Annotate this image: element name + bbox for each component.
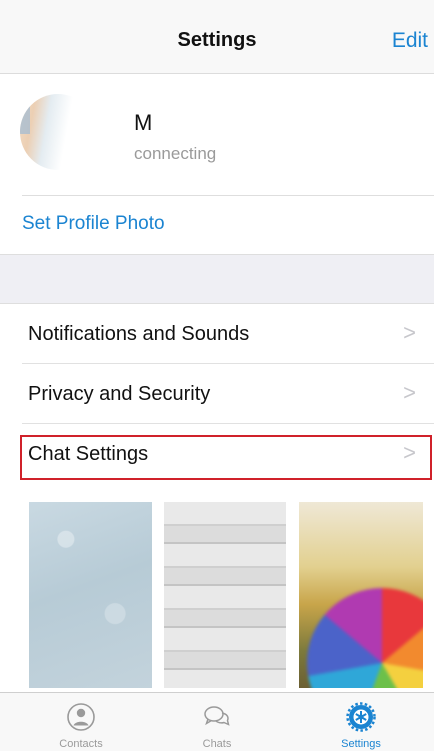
set-profile-photo-button[interactable]: Set Profile Photo — [22, 213, 165, 235]
connection-status: connecting — [134, 144, 217, 163]
settings-gear-icon — [346, 702, 376, 732]
tab-bar: Contacts Chats Settings — [0, 692, 434, 751]
page-title: Settings — [177, 29, 257, 51]
wallpaper-thumbnail-wood[interactable] — [164, 502, 286, 688]
profile-name: M — [134, 110, 153, 135]
tab-label: Contacts — [59, 738, 103, 750]
menu-item-privacy-and-security[interactable]: Privacy and Security > — [0, 364, 434, 423]
menu-item-chat-settings[interactable]: Chat Settings > — [0, 424, 434, 483]
chats-icon — [204, 706, 230, 726]
tab-chats[interactable]: Chats — [162, 693, 272, 752]
edit-button[interactable]: Edit — [392, 29, 428, 53]
wallpaper-thumbnail-umbrella[interactable] — [299, 502, 423, 688]
menu-item-label: Notifications and Sounds — [28, 323, 250, 345]
contacts-icon — [67, 703, 95, 731]
chevron-right-icon: > — [403, 380, 416, 405]
tab-contacts[interactable]: Contacts — [26, 693, 136, 752]
wallpaper-thumbnail-blue[interactable] — [29, 502, 152, 688]
umbrella-image — [307, 588, 423, 688]
avatar[interactable] — [20, 94, 96, 170]
menu-item-label: Privacy and Security — [28, 383, 211, 405]
section-separator — [0, 254, 434, 304]
tab-label: Chats — [202, 738, 232, 750]
menu-item-label: Chat Settings — [28, 443, 149, 465]
navigation-bar: Settings Edit — [0, 0, 434, 74]
wallpaper-gallery — [0, 496, 434, 692]
chevron-right-icon: > — [403, 320, 416, 345]
set-profile-photo-row[interactable]: Set Profile Photo — [0, 196, 434, 254]
tab-settings[interactable]: Settings — [306, 693, 416, 752]
chevron-right-icon: > — [403, 440, 416, 465]
profile-section[interactable]: M connecting — [0, 74, 434, 196]
menu-item-notifications-and-sounds[interactable]: Notifications and Sounds > — [0, 304, 434, 363]
tab-label: Settings — [341, 738, 381, 750]
